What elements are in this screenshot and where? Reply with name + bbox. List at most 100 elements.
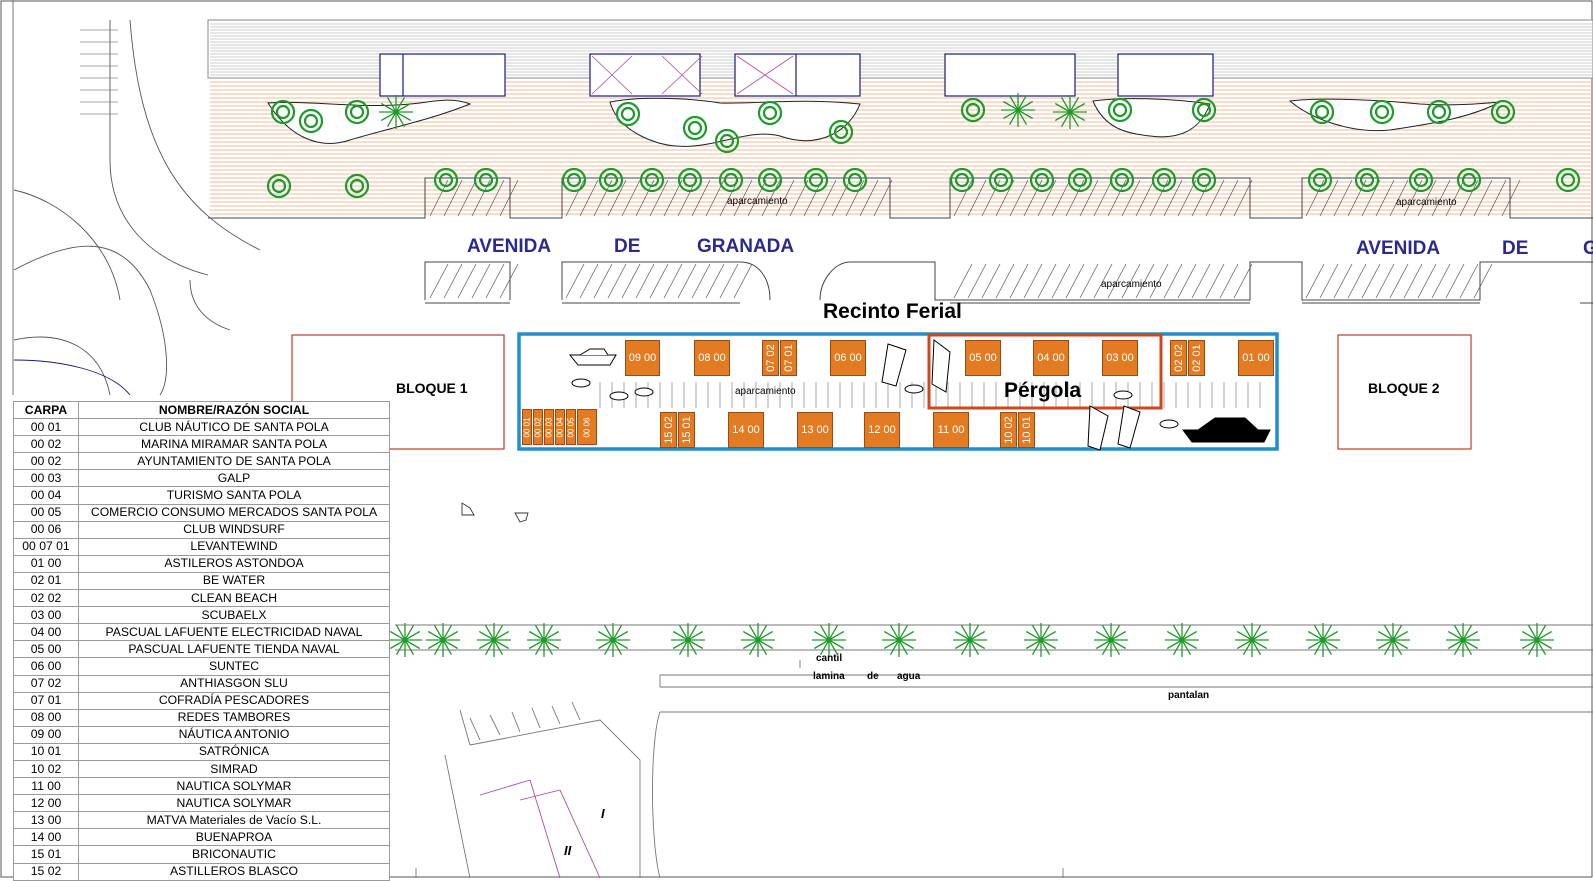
tent-00-03[interactable]: 00 03	[544, 409, 554, 445]
legend-row: 00 06 CLUB WINDSURF	[13, 520, 390, 539]
legend-row: 01 00 ASTILEROS ASTONDOA	[13, 554, 390, 573]
legend-carpa-cell: 00 01	[13, 418, 79, 437]
legend-row: 00 02 AYUNTAMIENTO DE SANTA POLA	[13, 452, 390, 471]
legend-row: 05 00 PASCUAL LAFUENTE TIENDA NAVAL	[13, 640, 390, 659]
legend-name-cell: ANTHIASGON SLU	[78, 674, 390, 693]
street-name-de: DE	[614, 236, 641, 257]
tent-10-02[interactable]: 10 02	[1000, 412, 1017, 448]
tent-06-00[interactable]: 06 00	[830, 340, 866, 376]
tent-07-02[interactable]: 07 02	[762, 340, 779, 376]
legend-header-carpa: CARPA	[13, 400, 79, 420]
legend-carpa-cell: 05 00	[13, 640, 79, 659]
legend-header-nombre: NOMBRE/RAZÓN SOCIAL	[78, 400, 390, 420]
tent-04-00[interactable]: 04 00	[1033, 340, 1069, 376]
cantil-label: cantil	[816, 653, 843, 664]
legend-row: 06 00 SUNTEC	[13, 657, 390, 676]
street-name-g: G	[1583, 238, 1593, 259]
pier-label: pantalan	[1168, 690, 1210, 701]
legend-row: 00 03 GALP	[13, 469, 390, 488]
tent-11-00[interactable]: 11 00	[933, 412, 969, 448]
legend-carpa-cell: 10 02	[13, 759, 79, 779]
legend-row: 00 01 CLUB NÁUTICO DE SANTA POLA	[13, 418, 390, 437]
legend-carpa-cell: 00 05	[13, 503, 79, 522]
exhibitor-legend-table: CARPA NOMBRE/RAZÓN SOCIAL 00 01 CLUB NÁUT…	[13, 400, 390, 881]
legend-header-row: CARPA NOMBRE/RAZÓN SOCIAL	[13, 400, 390, 420]
tent-09-00[interactable]: 09 00	[625, 340, 660, 376]
tent-02-02[interactable]: 02 02	[1170, 340, 1187, 376]
tent-12-00[interactable]: 12 00	[864, 412, 900, 448]
parking-label-4: aparcamiento	[735, 386, 796, 397]
legend-row: 02 02 CLEAN BEACH	[13, 589, 390, 608]
legend-row: 11 00 NAUTICA SOLYMAR	[13, 777, 390, 796]
legend-name-cell: PASCUAL LAFUENTE ELECTRICIDAD NAVAL	[78, 623, 390, 642]
legend-row: 09 00 NÁUTICA ANTONIO	[13, 725, 390, 744]
tent-01-00[interactable]: 01 00	[1238, 340, 1274, 376]
tent-07-01[interactable]: 07 01	[780, 340, 797, 376]
legend-carpa-cell: 11 00	[13, 777, 79, 796]
legend-row: 04 00 PASCUAL LAFUENTE ELECTRICIDAD NAVAL	[13, 623, 390, 642]
legend-carpa-cell: 02 01	[13, 571, 79, 591]
tent-15-02[interactable]: 15 02	[660, 412, 677, 448]
tent-00-01[interactable]: 00 01	[522, 409, 532, 445]
legend-name-cell: CLEAN BEACH	[78, 589, 390, 608]
street-name-granada: GRANADA	[697, 236, 795, 257]
legend-row: 12 00 NAUTICA SOLYMAR	[13, 794, 390, 813]
tent-15-01[interactable]: 15 01	[678, 412, 695, 448]
water-label-2: de	[867, 671, 879, 682]
legend-name-cell: NAUTICA SOLYMAR	[78, 777, 390, 796]
legend-name-cell: SATRÓNICA	[78, 742, 390, 761]
legend-carpa-cell: 00 03	[13, 469, 79, 488]
legend-carpa-cell: 00 02	[13, 452, 79, 471]
tent-08-00[interactable]: 08 00	[694, 340, 730, 376]
building-mark-2: II	[564, 843, 572, 858]
legend-carpa-cell: 10 01	[13, 742, 79, 761]
legend-row: 15 01 BRICONAUTIC	[13, 845, 390, 864]
block-2-label: BLOQUE 2	[1368, 380, 1440, 396]
tent-05-00[interactable]: 05 00	[965, 340, 1001, 376]
legend-name-cell: MATVA Materiales de Vacío S.L.	[78, 811, 390, 830]
legend-name-cell: MARINA MIRAMAR SANTA POLA	[78, 435, 390, 454]
street-name-de-2: DE	[1502, 238, 1529, 259]
tent-00-04[interactable]: 00 04	[555, 409, 565, 445]
tent-00-05[interactable]: 00 05	[566, 409, 576, 445]
garden-beds	[267, 97, 1501, 147]
legend-carpa-cell: 13 00	[13, 811, 79, 830]
legend-name-cell: TURISMO SANTA POLA	[78, 486, 390, 505]
legend-carpa-cell: 06 00	[13, 657, 79, 676]
legend-row: 03 00 SCUBAELX	[13, 606, 390, 625]
legend-name-cell: LEVANTEWIND	[78, 537, 390, 556]
legend-name-cell: AYUNTAMIENTO DE SANTA POLA	[78, 452, 390, 471]
legend-carpa-cell: 15 01	[13, 845, 79, 864]
pergola-label: Pérgola	[1004, 379, 1082, 402]
legend-name-cell: BE WATER	[78, 571, 390, 591]
legend-name-cell: BRICONAUTIC	[78, 845, 390, 864]
legend-carpa-cell: 02 02	[13, 589, 79, 608]
legend-row: 00 07 01 LEVANTEWIND	[13, 537, 390, 556]
legend-carpa-cell: 07 01	[13, 691, 79, 710]
legend-name-cell: CLUB NÁUTICO DE SANTA POLA	[78, 418, 390, 437]
legend-name-cell: ASTILEROS ASTONDOA	[78, 554, 390, 573]
legend-row: 00 04 TURISMO SANTA POLA	[13, 486, 390, 505]
building-mark-1: I	[601, 806, 605, 821]
legend-carpa-cell: 14 00	[13, 828, 79, 847]
quay-lines	[395, 502, 1593, 878]
tent-14-00[interactable]: 14 00	[728, 412, 764, 448]
street-name-avenida-2: AVENIDA	[1356, 238, 1441, 259]
tent-02-01[interactable]: 02 01	[1188, 340, 1205, 376]
tent-00-06[interactable]: 00 06	[577, 409, 597, 445]
legend-carpa-cell: 00 04	[13, 486, 79, 505]
parking-label-2: aparcamiento	[1396, 197, 1457, 208]
tent-03-00[interactable]: 03 00	[1102, 340, 1138, 376]
legend-row: 10 02 SIMRAD	[13, 759, 390, 779]
legend-name-cell: CLUB WINDSURF	[78, 520, 390, 539]
tent-13-00[interactable]: 13 00	[797, 412, 833, 448]
parking-label-3: aparcamiento	[1101, 279, 1162, 290]
tent-10-01[interactable]: 10 01	[1018, 412, 1035, 448]
tent-00-02[interactable]: 00 02	[533, 409, 543, 445]
legend-row: 07 02 ANTHIASGON SLU	[13, 674, 390, 693]
parking-label-1: aparcamiento	[727, 196, 788, 207]
legend-row: 02 01 BE WATER	[13, 571, 390, 591]
legend-carpa-cell: 00 06	[13, 520, 79, 539]
venue-title: Recinto Ferial	[823, 300, 962, 323]
legend-name-cell: PASCUAL LAFUENTE TIENDA NAVAL	[78, 640, 390, 659]
